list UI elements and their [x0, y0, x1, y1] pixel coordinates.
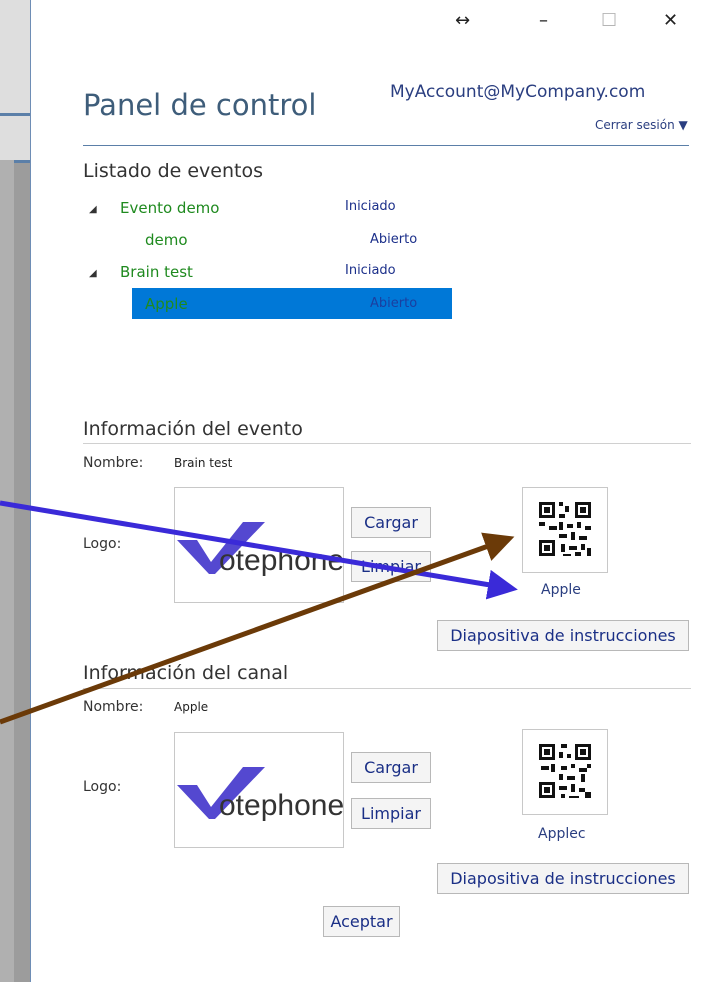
- annotation-arrows: [0, 500, 518, 725]
- blue-arrow-icon: [0, 500, 518, 600]
- brown-arrow-icon: [0, 532, 515, 725]
